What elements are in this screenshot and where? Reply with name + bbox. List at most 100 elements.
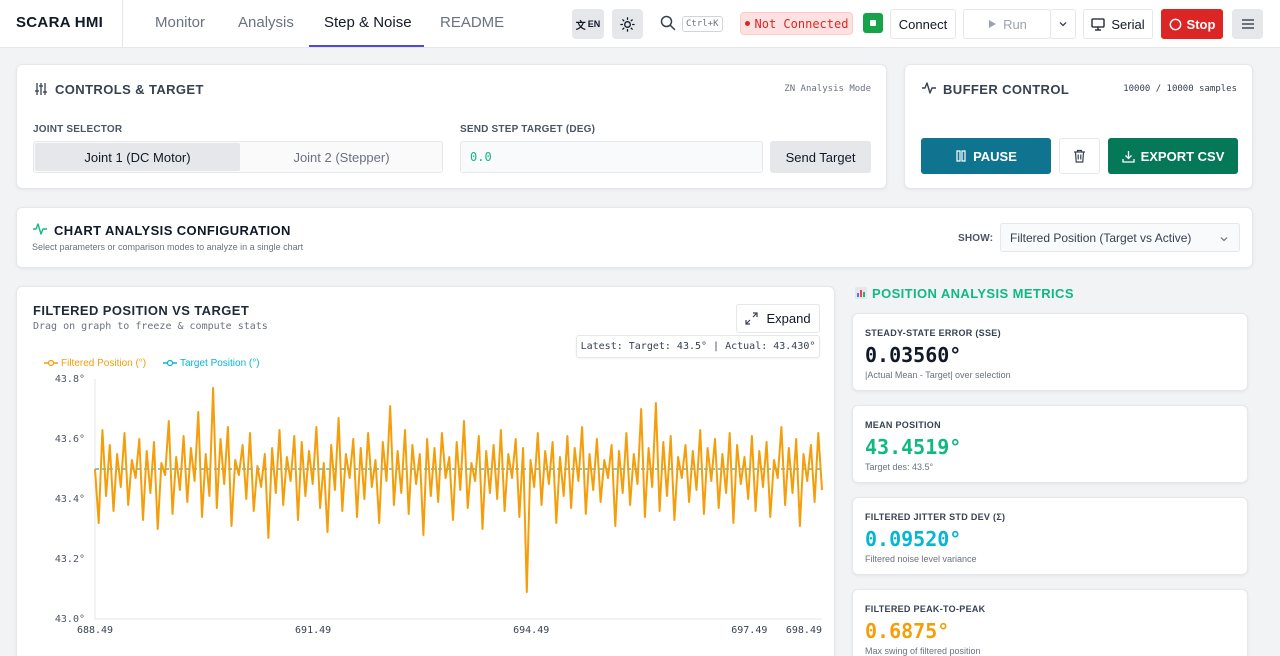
analysis-mode-label: ZN Analysis Mode [784, 84, 871, 94]
translate-icon: 文 [575, 20, 586, 32]
joint-1-option[interactable]: Joint 1 (DC Motor) [35, 143, 240, 171]
pause-label: PAUSE [973, 148, 1017, 164]
bar-chart-icon [854, 286, 872, 300]
legend-label-target: Target Position (°) [180, 358, 260, 369]
run-options-dropdown[interactable] [1050, 9, 1076, 39]
expand-label: Expand [766, 311, 811, 326]
metric-subtitle: |Actual Mean - Target| over selection [865, 370, 1011, 380]
step-target-label: SEND STEP TARGET (DEG) [460, 124, 596, 135]
download-icon [1121, 150, 1135, 163]
legend-marker-target [166, 359, 174, 367]
sliders-icon [35, 83, 47, 95]
activity-icon [33, 223, 47, 235]
pause-button[interactable]: PAUSE [921, 138, 1051, 174]
status-indicator-icon [863, 13, 883, 33]
metric-label: STEADY-STATE ERROR (SSE) [865, 328, 1001, 338]
stop-label: Stop [1186, 16, 1216, 32]
activity-icon [922, 82, 936, 94]
metric-label: FILTERED JITTER STD DEV (Σ) [865, 512, 1006, 522]
send-target-button[interactable]: Send Target [770, 141, 871, 173]
chart-title: FILTERED POSITION VS TARGET [33, 303, 250, 318]
tab-monitor[interactable]: Monitor [155, 14, 205, 31]
metric-card-peak-to-peak: FILTERED PEAK-TO-PEAK 0.6875° Max swing … [852, 589, 1248, 656]
x-tick-label: 688.49 [77, 625, 113, 636]
controls-title: CONTROLS & TARGET [55, 82, 204, 97]
active-tab-indicator [309, 45, 424, 47]
connect-button[interactable]: Connect [890, 9, 956, 39]
x-tick-label: 694.49 [513, 625, 549, 636]
metric-card-mean: MEAN POSITION 43.4519° Target des: 43.5° [852, 405, 1248, 483]
metrics-title: POSITION ANALYSIS METRICS [872, 286, 1074, 301]
top-navbar: SCARA HMI Monitor Analysis Step & Noise … [0, 0, 1280, 48]
metric-value: 0.03560° [865, 343, 962, 367]
buffer-control-card: BUFFER CONTROL 10000 / 10000 samples PAU… [904, 64, 1253, 189]
step-target-input[interactable]: 0.0 [460, 141, 763, 173]
run-label: Run [1003, 16, 1027, 32]
y-tick-label: 43.0° [55, 614, 85, 625]
status-dot-icon [744, 21, 750, 26]
metric-value: 0.6875° [865, 619, 950, 643]
theme-toggle-button[interactable] [612, 9, 643, 39]
chart-config-title: CHART ANALYSIS CONFIGURATION [54, 223, 291, 238]
chevron-down-icon [1059, 22, 1067, 27]
chart-panel-card: FILTERED POSITION VS TARGET Drag on grap… [16, 286, 835, 656]
expand-button[interactable]: Expand [736, 304, 820, 333]
y-tick-label: 43.6° [55, 434, 85, 445]
connection-status-text: Not Connected [754, 16, 849, 31]
tab-readme[interactable]: README [440, 14, 504, 31]
search-icon[interactable] [660, 15, 676, 31]
legend-marker-filtered [47, 359, 55, 367]
app-title: SCARA HMI [16, 14, 104, 31]
y-tick-label: 43.2° [55, 554, 85, 565]
metric-value: 43.4519° [865, 435, 962, 459]
menu-button[interactable] [1232, 9, 1263, 39]
metric-value: 0.09520° [865, 527, 962, 551]
x-tick-label: 698.49 [786, 625, 822, 636]
connection-status-badge: Not Connected [740, 12, 853, 35]
buffer-title: BUFFER CONTROL [943, 82, 1070, 97]
run-button[interactable]: Run [963, 9, 1051, 39]
tab-analysis[interactable]: Analysis [238, 14, 294, 31]
filtered-position-line [94, 387, 823, 593]
clear-buffer-button[interactable] [1059, 138, 1100, 174]
metric-label: FILTERED PEAK-TO-PEAK [865, 604, 986, 614]
y-tick-label: 43.4° [55, 494, 85, 505]
metric-label: MEAN POSITION [865, 420, 941, 430]
chevron-down-icon [1220, 237, 1228, 242]
x-tick-label: 691.49 [295, 625, 331, 636]
expand-icon [745, 312, 759, 325]
metric-subtitle: Max swing of filtered position [865, 646, 981, 656]
joint-2-option[interactable]: Joint 2 (Stepper) [240, 143, 443, 171]
serial-button[interactable]: Serial [1083, 9, 1153, 39]
joint-selector: Joint 1 (DC Motor) Joint 2 (Stepper) [33, 141, 443, 173]
export-label: EXPORT CSV [1140, 148, 1225, 164]
metric-subtitle: Filtered noise level variance [865, 554, 977, 564]
trash-icon [1074, 149, 1085, 163]
language-label: EN [587, 19, 601, 29]
position-chart[interactable]: Filtered Position (°) Target Position (°)… [17, 347, 836, 647]
play-icon [989, 20, 997, 28]
legend-label-filtered: Filtered Position (°) [61, 358, 146, 369]
buffer-samples-count: 10000 / 10000 samples [1123, 84, 1237, 94]
x-tick-label: 697.49 [731, 625, 767, 636]
tab-step-noise[interactable]: Step & Noise [324, 14, 412, 31]
show-select-value: Filtered Position (Target vs Active) [1010, 230, 1192, 245]
hamburger-icon [1241, 19, 1254, 29]
metric-card-sse: STEADY-STATE ERROR (SSE) 0.03560° |Actua… [852, 313, 1248, 391]
sun-icon [620, 16, 635, 32]
export-csv-button[interactable]: EXPORT CSV [1108, 138, 1238, 174]
divider [122, 0, 123, 48]
chart-config-card: CHART ANALYSIS CONFIGURATION Select para… [16, 207, 1253, 268]
serial-label: Serial [1111, 16, 1145, 32]
pause-icon [956, 150, 966, 162]
monitor-icon [1091, 17, 1106, 31]
controls-card: CONTROLS & TARGET ZN Analysis Mode JOINT… [16, 64, 887, 189]
show-select[interactable]: Filtered Position (Target vs Active) [1000, 223, 1240, 252]
stop-button[interactable]: Stop [1161, 9, 1223, 39]
metric-subtitle: Target des: 43.5° [865, 462, 934, 472]
show-label: SHOW: [958, 233, 994, 244]
language-toggle-button[interactable]: 文 EN [572, 9, 604, 39]
y-tick-label: 43.8° [55, 374, 85, 385]
search-shortcut: Ctrl+K [682, 16, 723, 32]
metric-card-jitter: FILTERED JITTER STD DEV (Σ) 0.09520° Fil… [852, 497, 1248, 575]
